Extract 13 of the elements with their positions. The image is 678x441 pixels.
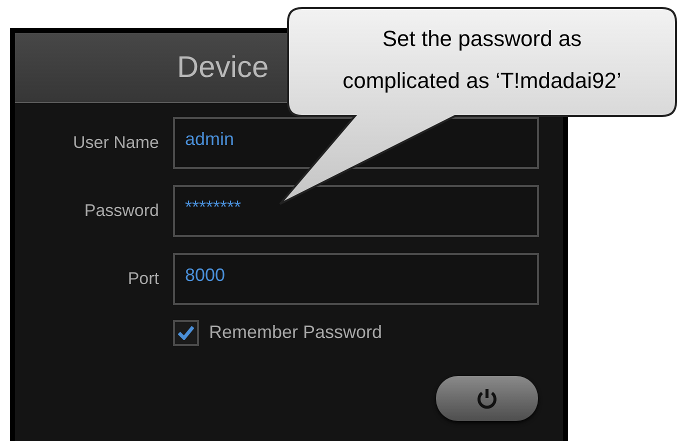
field-label: User Name: [73, 132, 159, 154]
power-button[interactable]: [436, 376, 538, 421]
input-field[interactable]: 8000: [173, 253, 539, 305]
remember-checkbox[interactable]: [173, 320, 199, 346]
dialog-title: Device: [177, 50, 269, 86]
input-field[interactable]: ********: [173, 185, 539, 237]
field-label: Password: [84, 200, 159, 222]
power-icon: [476, 386, 498, 410]
field-label: Port: [128, 268, 159, 290]
checkbox-label: Remember Password: [209, 321, 382, 344]
callout-text: Set the password as: [382, 25, 582, 53]
check-icon: [178, 326, 194, 340]
callout-text: complicated as ‘T!mdadai92’: [342, 67, 622, 95]
